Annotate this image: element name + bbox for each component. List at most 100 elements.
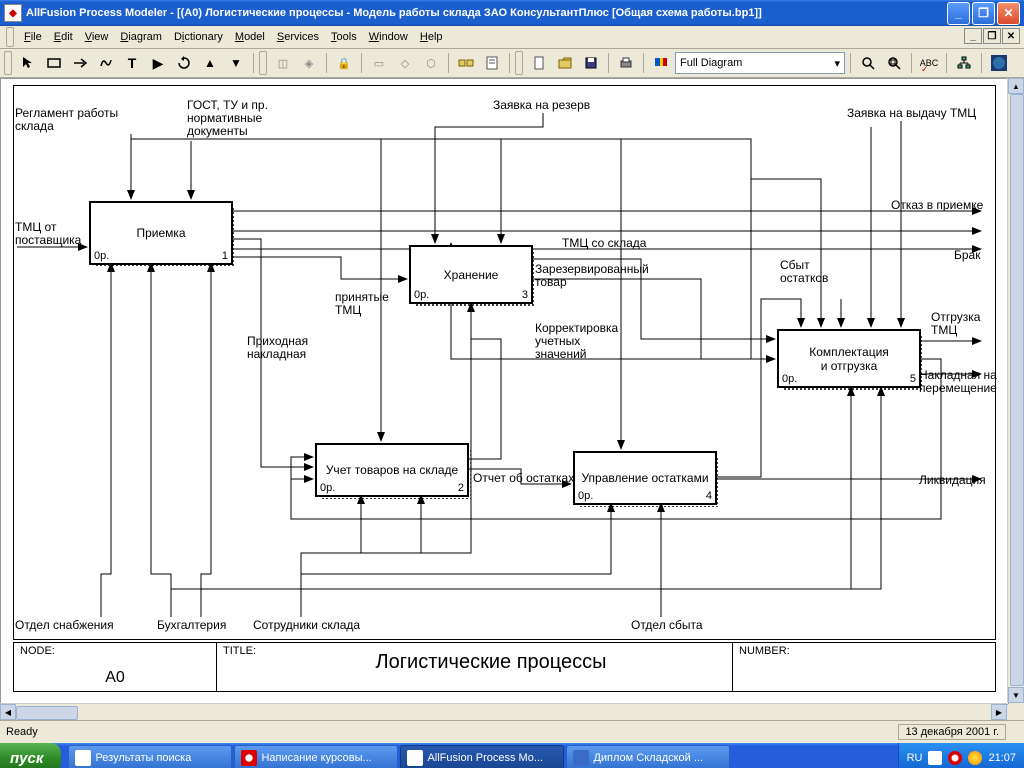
box-cost: 0р. xyxy=(578,490,593,502)
label-otkaz: Отказ в приемке xyxy=(891,199,983,212)
menu-services[interactable]: Services xyxy=(271,29,325,45)
box-title: Приемка xyxy=(136,226,185,240)
refresh-icon[interactable] xyxy=(172,51,196,75)
mdi-restore-button[interactable]: ❐ xyxy=(983,28,1001,44)
app-icon: ◆ xyxy=(4,4,22,22)
grip-icon xyxy=(515,51,523,75)
label-korrekt: Корректировкаучетныхзначений xyxy=(535,322,618,361)
go-to-parent-icon[interactable]: ▶ xyxy=(146,51,170,75)
start-label: пуск xyxy=(10,750,43,767)
menu-tools[interactable]: Tools xyxy=(325,29,363,45)
close-button[interactable]: ✕ xyxy=(997,2,1020,25)
status-text: Ready xyxy=(6,726,38,738)
box-number: 5 xyxy=(910,373,916,385)
lock-icon[interactable]: 🔒 xyxy=(332,51,356,75)
mdi-close-button[interactable]: ✕ xyxy=(1002,28,1020,44)
print-icon[interactable] xyxy=(614,51,638,75)
start-button[interactable]: пуск xyxy=(0,743,61,768)
window-title: AllFusion Process Modeler - [(A0) Логист… xyxy=(26,7,947,19)
scroll-thumb[interactable] xyxy=(16,706,78,720)
tray-sun-icon[interactable] xyxy=(968,751,982,765)
datastore-icon[interactable]: ◫ xyxy=(271,51,295,75)
go-to-sibling-icon[interactable]: ▼ xyxy=(224,51,248,75)
arrow-tool-icon[interactable] xyxy=(68,51,92,75)
grip-icon xyxy=(6,27,14,47)
box-cost: 0р. xyxy=(320,482,335,494)
scroll-left-icon[interactable]: ◀ xyxy=(0,704,16,720)
zoom-combo[interactable]: Full Diagram▾ xyxy=(675,52,845,74)
menu-model[interactable]: Model xyxy=(229,29,271,45)
scroll-down-icon[interactable]: ▼ xyxy=(1008,687,1024,703)
diagram-canvas[interactable]: Регламент работысклада ГОСТ, ТУ и пр.нор… xyxy=(0,78,1009,705)
globe-icon[interactable] xyxy=(987,51,1011,75)
box-title: Хранение xyxy=(444,268,499,282)
menu-dictionary[interactable]: Dictionary xyxy=(168,29,229,45)
spellcheck-icon[interactable]: ABC✓ xyxy=(917,51,941,75)
allfusion-icon xyxy=(407,750,423,766)
vertical-scrollbar[interactable]: ▲ ▼ xyxy=(1007,78,1024,703)
organization-icon[interactable]: ⬡ xyxy=(419,51,443,75)
chevron-down-icon: ▾ xyxy=(834,57,840,70)
zoom-flag-icon[interactable] xyxy=(649,51,673,75)
mdi-minimize-button[interactable]: _ xyxy=(964,28,982,44)
tray-antivirus-icon[interactable] xyxy=(948,751,962,765)
language-indicator[interactable]: RU xyxy=(907,752,923,764)
activity-box-upravlenie[interactable]: Управление остатками 0р. 4 xyxy=(573,451,717,505)
junction-icon[interactable]: ◇ xyxy=(393,51,417,75)
tray-keyboard-icon[interactable] xyxy=(928,751,942,765)
pointer-tool-icon[interactable] xyxy=(16,51,40,75)
squiggle-tool-icon[interactable] xyxy=(94,51,118,75)
zoom-in-icon[interactable] xyxy=(856,51,880,75)
scroll-thumb[interactable] xyxy=(1010,94,1024,686)
new-icon[interactable] xyxy=(527,51,551,75)
system-tray: RU 21:07 xyxy=(898,743,1024,768)
label-sotr: Сотрудники склада xyxy=(253,619,360,632)
activity-box-tool-icon[interactable] xyxy=(42,51,66,75)
menu-diagram[interactable]: Diagram xyxy=(114,29,168,45)
activity-box-hranenie[interactable]: Хранение 0р. 3 xyxy=(409,245,533,304)
task-button-allfusion[interactable]: AllFusion Process Mo... xyxy=(400,745,564,768)
box-number: 1 xyxy=(222,250,228,262)
maximize-button[interactable]: ❐ xyxy=(972,2,995,25)
report-icon[interactable] xyxy=(480,51,504,75)
label-gost: ГОСТ, ТУ и пр.нормативныедокументы xyxy=(187,99,268,138)
save-icon[interactable] xyxy=(579,51,603,75)
tray-clock[interactable]: 21:07 xyxy=(988,752,1016,764)
external-icon[interactable]: ◈ xyxy=(297,51,321,75)
scroll-right-icon[interactable]: ▶ xyxy=(991,704,1007,720)
label-zayavka-rezerv: Заявка на резерв xyxy=(493,99,590,112)
model-explorer-icon[interactable] xyxy=(454,51,478,75)
search-results-icon xyxy=(75,750,91,766)
grip-icon xyxy=(4,51,12,75)
label-likvidacia: Ликвидация xyxy=(919,474,986,487)
activity-box-uchet[interactable]: Учет товаров на складе 0р. 2 xyxy=(315,443,469,497)
go-to-child-icon[interactable]: ▲ xyxy=(198,51,222,75)
task-button-word[interactable]: Диплом Складской ... xyxy=(566,745,730,768)
task-button-results[interactable]: Результаты поиска xyxy=(68,745,232,768)
open-icon[interactable] xyxy=(553,51,577,75)
box-cost: 0р. xyxy=(414,289,429,301)
activity-box-komplektacia[interactable]: Комплектацияи отгрузка 0р. 5 xyxy=(777,329,921,388)
horizontal-scrollbar[interactable]: ◀ ▶ xyxy=(0,703,1007,720)
label-zayavka-tmc: Заявка на выдачу ТМЦ xyxy=(847,107,976,120)
grip-icon xyxy=(259,51,267,75)
scroll-up-icon[interactable]: ▲ xyxy=(1008,78,1024,94)
minimize-button[interactable]: _ xyxy=(947,2,970,25)
menu-edit[interactable]: Edit xyxy=(48,29,79,45)
canvas-area: Регламент работысклада ГОСТ, ТУ и пр.нор… xyxy=(0,78,1024,720)
menu-view[interactable]: View xyxy=(79,29,115,45)
menu-file[interactable]: File xyxy=(18,29,48,45)
box-cost: 0р. xyxy=(782,373,797,385)
menu-window[interactable]: Window xyxy=(363,29,414,45)
model-tree-icon[interactable] xyxy=(952,51,976,75)
activity-box-priemka[interactable]: Приемка 0р. 1 xyxy=(89,201,233,265)
label-prihodnaya: Приходнаянакладная xyxy=(247,335,308,361)
menubar: File Edit View Diagram Dictionary Model … xyxy=(0,26,1024,49)
zoom-fit-icon[interactable] xyxy=(882,51,906,75)
menu-help[interactable]: Help xyxy=(414,29,449,45)
task-button-opera[interactable]: Написание курсовы... xyxy=(234,745,398,768)
box-number: 2 xyxy=(458,482,464,494)
referent-icon[interactable]: ▭ xyxy=(367,51,391,75)
text-tool-icon[interactable]: T xyxy=(120,51,144,75)
box-title: Учет товаров на складе xyxy=(326,463,458,477)
